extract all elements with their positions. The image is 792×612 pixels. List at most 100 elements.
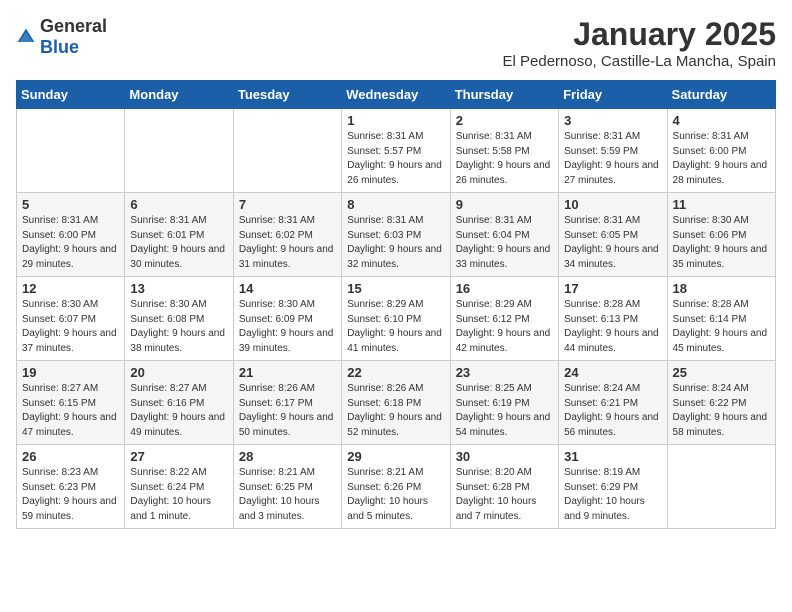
day-number: 12 bbox=[22, 281, 119, 296]
title-area: January 2025 El Pedernoso, Castille-La M… bbox=[503, 16, 777, 70]
day-info: Sunrise: 8:31 AM Sunset: 6:00 PM Dayligh… bbox=[673, 131, 768, 186]
day-number: 20 bbox=[130, 365, 227, 380]
day-cell: 9 Sunrise: 8:31 AM Sunset: 6:04 PM Daylig… bbox=[450, 193, 558, 277]
day-info: Sunrise: 8:29 AM Sunset: 6:12 PM Dayligh… bbox=[456, 299, 551, 354]
week-row-2: 5 Sunrise: 8:31 AM Sunset: 6:00 PM Daylig… bbox=[17, 193, 776, 277]
day-cell: 18 Sunrise: 8:28 AM Sunset: 6:14 PM Dayli… bbox=[667, 277, 775, 361]
day-info: Sunrise: 8:30 AM Sunset: 6:09 PM Dayligh… bbox=[239, 299, 334, 354]
day-info: Sunrise: 8:26 AM Sunset: 6:17 PM Dayligh… bbox=[239, 383, 334, 438]
day-cell: 24Sunrise: 8:24 AM Sunset: 6:21 PM Dayli… bbox=[559, 361, 667, 445]
day-cell: 15Sunrise: 8:29 AM Sunset: 6:10 PM Dayli… bbox=[342, 277, 450, 361]
day-cell: 6 Sunrise: 8:31 AM Sunset: 6:01 PM Daylig… bbox=[125, 193, 233, 277]
day-cell: 11Sunrise: 8:30 AM Sunset: 6:06 PM Dayli… bbox=[667, 193, 775, 277]
day-cell: 5 Sunrise: 8:31 AM Sunset: 6:00 PM Daylig… bbox=[17, 193, 125, 277]
header: General Blue January 2025 El Pedernoso, … bbox=[16, 16, 776, 70]
weekday-header-wednesday: Wednesday bbox=[342, 81, 450, 109]
day-info: Sunrise: 8:31 AM Sunset: 5:57 PM Dayligh… bbox=[347, 131, 442, 186]
logo-blue: Blue bbox=[40, 37, 79, 57]
day-info: Sunrise: 8:27 AM Sunset: 6:15 PM Dayligh… bbox=[22, 383, 117, 438]
day-info: Sunrise: 8:31 AM Sunset: 5:58 PM Dayligh… bbox=[456, 131, 551, 186]
logo-text: General Blue bbox=[40, 16, 107, 58]
day-number: 26 bbox=[22, 449, 119, 464]
day-number: 18 bbox=[673, 281, 770, 296]
day-number: 22 bbox=[347, 365, 444, 380]
day-cell bbox=[233, 109, 341, 193]
day-number: 13 bbox=[130, 281, 227, 296]
logo: General Blue bbox=[16, 16, 107, 58]
day-number: 5 bbox=[22, 197, 119, 212]
day-number: 14 bbox=[239, 281, 336, 296]
day-info: Sunrise: 8:31 AM Sunset: 6:02 PM Dayligh… bbox=[239, 215, 334, 270]
week-row-1: 1 Sunrise: 8:31 AM Sunset: 5:57 PM Daylig… bbox=[17, 109, 776, 193]
day-cell bbox=[17, 109, 125, 193]
day-cell: 30Sunrise: 8:20 AM Sunset: 6:28 PM Dayli… bbox=[450, 445, 558, 529]
day-info: Sunrise: 8:31 AM Sunset: 6:00 PM Dayligh… bbox=[22, 215, 117, 270]
day-info: Sunrise: 8:24 AM Sunset: 6:22 PM Dayligh… bbox=[673, 383, 768, 438]
day-number: 9 bbox=[456, 197, 553, 212]
day-info: Sunrise: 8:31 AM Sunset: 6:01 PM Dayligh… bbox=[130, 215, 225, 270]
day-info: Sunrise: 8:30 AM Sunset: 6:07 PM Dayligh… bbox=[22, 299, 117, 354]
day-info: Sunrise: 8:20 AM Sunset: 6:28 PM Dayligh… bbox=[456, 467, 537, 522]
day-number: 19 bbox=[22, 365, 119, 380]
day-cell: 12 Sunrise: 8:30 AM Sunset: 6:07 PM Dayli… bbox=[17, 277, 125, 361]
day-cell: 29 Sunrise: 8:21 AM Sunset: 6:26 PM Dayli… bbox=[342, 445, 450, 529]
day-cell: 27 Sunrise: 8:22 AM Sunset: 6:24 PM Dayli… bbox=[125, 445, 233, 529]
day-cell: 22 Sunrise: 8:26 AM Sunset: 6:18 PM Dayli… bbox=[342, 361, 450, 445]
day-number: 16 bbox=[456, 281, 553, 296]
day-cell bbox=[667, 445, 775, 529]
day-cell: 20 Sunrise: 8:27 AM Sunset: 6:16 PM Dayli… bbox=[125, 361, 233, 445]
day-cell: 4 Sunrise: 8:31 AM Sunset: 6:00 PM Daylig… bbox=[667, 109, 775, 193]
day-number: 2 bbox=[456, 113, 553, 128]
day-number: 1 bbox=[347, 113, 444, 128]
day-cell: 26Sunrise: 8:23 AM Sunset: 6:23 PM Dayli… bbox=[17, 445, 125, 529]
location-title: El Pedernoso, Castille-La Mancha, Spain bbox=[503, 53, 777, 70]
day-number: 6 bbox=[130, 197, 227, 212]
day-number: 29 bbox=[347, 449, 444, 464]
day-number: 24 bbox=[564, 365, 661, 380]
day-number: 4 bbox=[673, 113, 770, 128]
week-row-3: 12 Sunrise: 8:30 AM Sunset: 6:07 PM Dayli… bbox=[17, 277, 776, 361]
day-info: Sunrise: 8:19 AM Sunset: 6:29 PM Dayligh… bbox=[564, 467, 645, 522]
day-info: Sunrise: 8:31 AM Sunset: 6:04 PM Dayligh… bbox=[456, 215, 551, 270]
day-number: 8 bbox=[347, 197, 444, 212]
day-number: 27 bbox=[130, 449, 227, 464]
day-cell: 21 Sunrise: 8:26 AM Sunset: 6:17 PM Dayli… bbox=[233, 361, 341, 445]
day-info: Sunrise: 8:30 AM Sunset: 6:06 PM Dayligh… bbox=[673, 215, 768, 270]
day-number: 3 bbox=[564, 113, 661, 128]
day-cell: 16 Sunrise: 8:29 AM Sunset: 6:12 PM Dayli… bbox=[450, 277, 558, 361]
day-info: Sunrise: 8:26 AM Sunset: 6:18 PM Dayligh… bbox=[347, 383, 442, 438]
day-cell: 23Sunrise: 8:25 AM Sunset: 6:19 PM Dayli… bbox=[450, 361, 558, 445]
week-row-5: 26Sunrise: 8:23 AM Sunset: 6:23 PM Dayli… bbox=[17, 445, 776, 529]
day-info: Sunrise: 8:31 AM Sunset: 6:05 PM Dayligh… bbox=[564, 215, 659, 270]
day-cell: 2 Sunrise: 8:31 AM Sunset: 5:58 PM Daylig… bbox=[450, 109, 558, 193]
day-cell: 25 Sunrise: 8:24 AM Sunset: 6:22 PM Dayli… bbox=[667, 361, 775, 445]
day-number: 28 bbox=[239, 449, 336, 464]
day-cell: 10 Sunrise: 8:31 AM Sunset: 6:05 PM Dayli… bbox=[559, 193, 667, 277]
day-info: Sunrise: 8:28 AM Sunset: 6:14 PM Dayligh… bbox=[673, 299, 768, 354]
day-cell: 14 Sunrise: 8:30 AM Sunset: 6:09 PM Dayli… bbox=[233, 277, 341, 361]
weekday-header-saturday: Saturday bbox=[667, 81, 775, 109]
day-cell: 13Sunrise: 8:30 AM Sunset: 6:08 PM Dayli… bbox=[125, 277, 233, 361]
weekday-header-tuesday: Tuesday bbox=[233, 81, 341, 109]
day-cell: 19 Sunrise: 8:27 AM Sunset: 6:15 PM Dayli… bbox=[17, 361, 125, 445]
day-info: Sunrise: 8:22 AM Sunset: 6:24 PM Dayligh… bbox=[130, 467, 211, 522]
day-number: 21 bbox=[239, 365, 336, 380]
day-number: 25 bbox=[673, 365, 770, 380]
day-cell bbox=[125, 109, 233, 193]
day-info: Sunrise: 8:31 AM Sunset: 6:03 PM Dayligh… bbox=[347, 215, 442, 270]
logo-icon bbox=[16, 27, 36, 47]
day-info: Sunrise: 8:31 AM Sunset: 5:59 PM Dayligh… bbox=[564, 131, 659, 186]
logo-general: General bbox=[40, 16, 107, 36]
day-info: Sunrise: 8:27 AM Sunset: 6:16 PM Dayligh… bbox=[130, 383, 225, 438]
day-info: Sunrise: 8:21 AM Sunset: 6:26 PM Dayligh… bbox=[347, 467, 428, 522]
week-row-4: 19 Sunrise: 8:27 AM Sunset: 6:15 PM Dayli… bbox=[17, 361, 776, 445]
day-cell: 28Sunrise: 8:21 AM Sunset: 6:25 PM Dayli… bbox=[233, 445, 341, 529]
weekday-header-friday: Friday bbox=[559, 81, 667, 109]
weekday-header-thursday: Thursday bbox=[450, 81, 558, 109]
day-info: Sunrise: 8:28 AM Sunset: 6:13 PM Dayligh… bbox=[564, 299, 659, 354]
day-cell: 31Sunrise: 8:19 AM Sunset: 6:29 PM Dayli… bbox=[559, 445, 667, 529]
weekday-header-monday: Monday bbox=[125, 81, 233, 109]
day-info: Sunrise: 8:25 AM Sunset: 6:19 PM Dayligh… bbox=[456, 383, 551, 438]
month-title: January 2025 bbox=[503, 16, 777, 53]
day-number: 10 bbox=[564, 197, 661, 212]
